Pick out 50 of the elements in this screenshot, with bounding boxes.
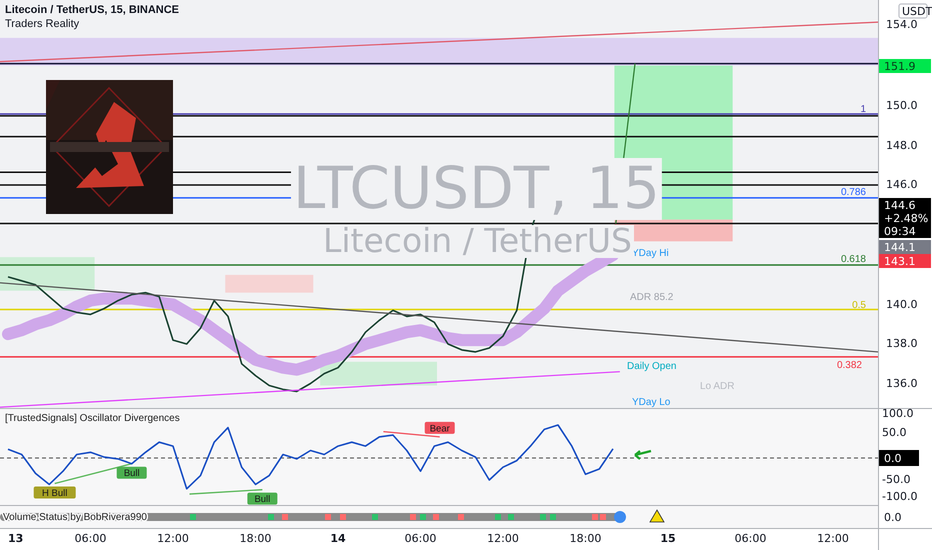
price-tag: 143.1 bbox=[879, 254, 931, 268]
description-watermark: Litecoin / TetherUS bbox=[323, 221, 632, 260]
time-axis-label: 18:00 bbox=[240, 532, 272, 545]
divergence-line bbox=[383, 430, 440, 438]
warning-icon bbox=[649, 509, 665, 522]
signal-label: Bull bbox=[116, 466, 147, 480]
price-axis-label: 148.0 bbox=[886, 139, 918, 152]
indicator-title: Volume Status by BobRivera990 bbox=[3, 512, 147, 523]
chart-title: Litecoin / TetherUS, 15, BINANCE bbox=[5, 3, 179, 17]
fibonacci-label: 0.618 bbox=[840, 254, 866, 265]
arrow-icon bbox=[634, 450, 652, 460]
price-tag: 151.9 bbox=[879, 59, 931, 73]
time-axis-label: 12:00 bbox=[157, 532, 189, 545]
price-tag: 144.1 bbox=[879, 240, 931, 254]
time-axis-label: 12:00 bbox=[817, 532, 849, 545]
oscillator-axis-label: 50.0 bbox=[882, 426, 906, 439]
fibonacci-label: 0.786 bbox=[840, 187, 866, 198]
time-axis-label: 18:00 bbox=[570, 532, 602, 545]
level-label: YDay Hi bbox=[632, 248, 669, 259]
time-axis-label: 06:00 bbox=[734, 532, 766, 545]
time-axis-label: 15 bbox=[660, 532, 676, 545]
price-axis-label: 136.0 bbox=[886, 377, 918, 390]
fibonacci-label: 1 bbox=[860, 104, 866, 115]
time-axis-label: 14 bbox=[330, 532, 346, 545]
indicator-title: [TrustedSignals] Oscillator Divergences bbox=[5, 413, 180, 424]
price-axis-label: 138.0 bbox=[886, 337, 918, 350]
level-label: Daily Open bbox=[627, 361, 676, 372]
volume-axis-label: 0.0 bbox=[884, 511, 902, 524]
price-tag: 144.6 +2.48% 09:34 bbox=[879, 198, 931, 238]
oscillator-axis-label: 100.0 bbox=[882, 408, 914, 420]
price-axis-label: 154.0 bbox=[886, 18, 918, 31]
oscillator-axis-label: -100.0 bbox=[882, 490, 918, 503]
level-label: Lo ADR bbox=[700, 381, 734, 392]
time-axis-label: 06:00 bbox=[404, 532, 436, 545]
signal-label: Bull bbox=[247, 492, 278, 505]
indicator-name[interactable]: Traders Reality bbox=[5, 17, 179, 31]
fibonacci-label: 0.382 bbox=[836, 360, 862, 371]
oscillator-axis-label: -50.0 bbox=[882, 473, 910, 486]
time-axis-label: 06:00 bbox=[74, 532, 106, 545]
price-axis-label: 140.0 bbox=[886, 298, 918, 311]
price-axis-label: 146.0 bbox=[886, 178, 918, 191]
symbol-watermark: LTCUSDT, 15 bbox=[293, 154, 660, 222]
level-label: YDay Lo bbox=[632, 397, 670, 408]
time-axis-label: 13 bbox=[8, 532, 24, 545]
time-axis-label: 12:00 bbox=[487, 532, 519, 545]
level-label: ADR 85.2 bbox=[630, 292, 674, 303]
fibonacci-label: 0.5 bbox=[852, 300, 866, 311]
price-axis-label: 150.0 bbox=[886, 99, 918, 112]
signal-label: H Bull bbox=[34, 486, 76, 500]
value-tag: 0.0 bbox=[879, 450, 919, 466]
